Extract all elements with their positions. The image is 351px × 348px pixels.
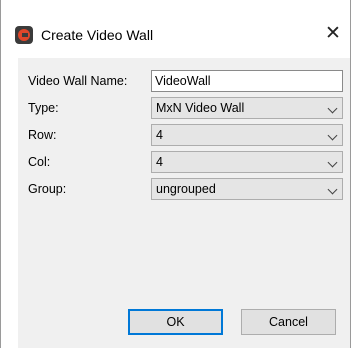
- type-select[interactable]: MxN Video Wall: [151, 97, 343, 119]
- close-icon[interactable]: ✕: [321, 22, 345, 46]
- dialog-content: Video Wall Name: VideoWall Type: MxN Vid…: [18, 58, 350, 348]
- ok-button[interactable]: OK: [128, 309, 223, 335]
- video-wall-name-input[interactable]: VideoWall: [151, 70, 343, 92]
- chevron-down-icon: [327, 130, 338, 141]
- type-select-value: MxN Video Wall: [156, 101, 245, 115]
- chevron-down-icon: [327, 184, 338, 195]
- chevron-down-icon: [327, 157, 338, 168]
- cancel-button[interactable]: Cancel: [241, 309, 336, 335]
- name-label: Video Wall Name:: [28, 74, 128, 88]
- group-select-value: ungrouped: [156, 182, 216, 196]
- chevron-down-icon: [327, 103, 338, 114]
- col-select-value: 4: [156, 155, 163, 169]
- type-label: Type:: [28, 101, 59, 115]
- group-label: Group:: [28, 182, 67, 196]
- row-select-value: 4: [156, 128, 163, 142]
- col-label: Col:: [28, 155, 51, 169]
- col-select[interactable]: 4: [151, 151, 343, 173]
- dialog-title: Create Video Wall: [41, 27, 154, 43]
- row-select[interactable]: 4: [151, 124, 343, 146]
- row-label: Row:: [28, 128, 57, 142]
- app-logo-icon: [15, 26, 33, 44]
- title-bar: Create Video Wall ✕: [1, 0, 350, 58]
- create-video-wall-dialog: Create Video Wall ✕ Video Wall Name: Vid…: [0, 0, 351, 348]
- group-select[interactable]: ungrouped: [151, 178, 343, 200]
